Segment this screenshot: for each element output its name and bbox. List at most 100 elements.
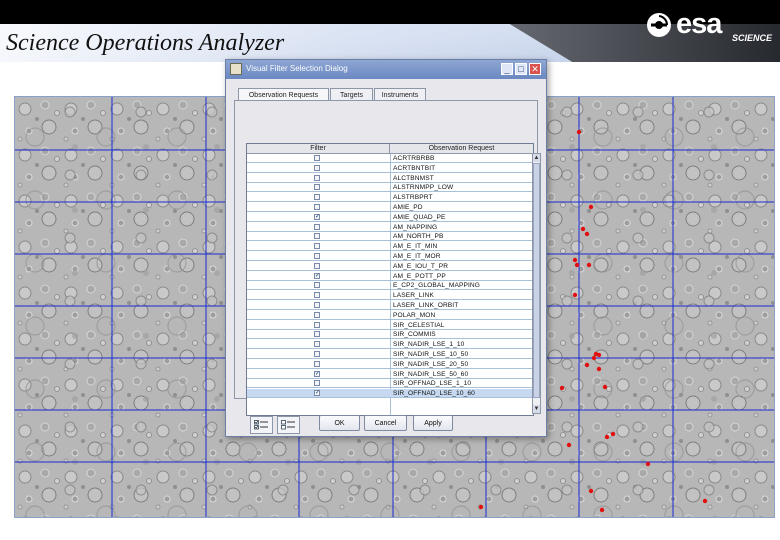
table-row[interactable]: LASER_LINK (247, 291, 533, 301)
filter-checkbox[interactable] (314, 164, 320, 171)
filter-checkbox[interactable] (314, 155, 320, 161)
app-header: Science Operations Analyzer esa SCIENCE (0, 0, 780, 62)
filter-checkbox[interactable] (314, 243, 320, 250)
ok-button[interactable]: OK (319, 415, 360, 431)
table-row[interactable]: AM_E_IT_MIN (247, 242, 533, 252)
observation-request-name: AM_E_IT_MOR (393, 253, 441, 260)
table-row[interactable]: E_CP2_GLOBAL_MAPPING (247, 281, 533, 291)
column-header-filter[interactable]: Filter (247, 144, 390, 154)
observation-marker[interactable] (591, 355, 597, 361)
observation-marker[interactable] (610, 431, 616, 437)
observation-marker[interactable] (599, 507, 605, 513)
filter-checkbox[interactable] (314, 282, 320, 289)
filter-checkbox[interactable] (314, 302, 320, 308)
minimize-button[interactable]: _ (501, 63, 513, 75)
table-row[interactable]: ✓ SIR_OFFNAD_LSE_10_60 (247, 389, 533, 399)
observation-marker[interactable] (576, 129, 582, 135)
observation-request-name: AMIE_PD (393, 204, 423, 211)
filter-checkbox[interactable]: ✓ (314, 272, 320, 279)
maximize-button[interactable]: □ (515, 63, 527, 75)
table-row[interactable]: ACRTBNTBIT (247, 164, 533, 173)
table-row[interactable]: ✓ SIR_NADIR_LSE_50_60 (247, 370, 533, 379)
observation-marker[interactable] (604, 434, 610, 440)
observation-request-table: Filter Observation Request ACRTRBRBB ACRT… (246, 143, 534, 416)
table-row[interactable]: SIR_NADIR_LSE_20_50 (247, 360, 533, 369)
filter-checkbox[interactable] (314, 253, 320, 259)
observation-marker[interactable] (596, 366, 602, 372)
observation-marker[interactable] (559, 385, 565, 391)
esa-logo-subtext: SCIENCE (732, 33, 773, 43)
filter-checkbox[interactable] (314, 292, 320, 299)
table-row[interactable]: ALSTRNMPP_LOW (247, 183, 533, 193)
filter-checkbox[interactable] (314, 223, 320, 230)
observation-marker[interactable] (566, 442, 572, 448)
table-row[interactable]: AM_NORTH_PB (247, 232, 533, 242)
table-row[interactable]: AM_NAPPING (247, 223, 533, 232)
observation-marker[interactable] (588, 488, 594, 494)
table-row[interactable]: AM_E_IT_MOR (247, 252, 533, 261)
filter-checkbox[interactable] (314, 311, 320, 318)
scroll-thumb[interactable] (533, 163, 540, 398)
table-row[interactable]: ✓ AM_E_POTT_PP (247, 272, 533, 281)
dialog-titlebar[interactable]: Visual Filter Selection Dialog _ □ ✕ (226, 60, 546, 79)
observation-request-name: AM_E_IT_MIN (393, 243, 438, 251)
filter-checkbox[interactable] (314, 321, 320, 328)
filter-checkbox[interactable] (314, 174, 320, 181)
observation-marker[interactable] (596, 352, 602, 358)
filter-checkbox[interactable] (314, 360, 320, 367)
filter-checkbox[interactable] (314, 341, 320, 348)
table-row[interactable]: SIR_NADIR_LSE_1_10 (247, 340, 533, 350)
observation-marker[interactable] (580, 226, 586, 232)
table-row[interactable]: POLAR_MON (247, 311, 533, 320)
observation-marker[interactable] (588, 204, 594, 210)
filter-checkbox[interactable] (314, 262, 320, 269)
filter-checkbox[interactable] (314, 184, 320, 191)
filter-checkbox[interactable] (314, 351, 320, 357)
observation-request-name: SIR_COMMIS (393, 331, 436, 339)
table-scrollbar[interactable]: ▲ ▼ (532, 153, 541, 414)
observation-marker[interactable] (572, 292, 578, 298)
table-row[interactable]: SIR_COMMIS (247, 330, 533, 340)
observation-marker[interactable] (602, 384, 608, 390)
filter-checkbox[interactable] (314, 194, 320, 201)
cancel-button[interactable]: Cancel (364, 415, 407, 431)
observation-request-name: ALSTRBPRT (393, 194, 433, 202)
table-row[interactable]: AMIE_PD (247, 203, 533, 212)
observation-marker[interactable] (645, 461, 651, 467)
filter-checkbox[interactable]: ✓ (314, 213, 320, 220)
observation-marker[interactable] (584, 231, 590, 237)
table-row[interactable]: SIR_OFFNAD_LSE_1_10 (247, 379, 533, 389)
filter-checkbox[interactable] (314, 233, 320, 240)
scroll-down-arrow-icon[interactable]: ▼ (533, 405, 540, 413)
apply-button[interactable]: Apply (413, 415, 453, 431)
filter-checkbox[interactable] (314, 380, 320, 387)
filter-checkbox[interactable] (314, 331, 320, 338)
select-all-button[interactable] (250, 416, 273, 434)
observation-request-name: ALSTRNMPP_LOW (393, 184, 454, 192)
observation-marker[interactable] (574, 262, 580, 268)
table-row[interactable]: ✓ AMIE_QUAD_PE (247, 213, 533, 222)
tab-panel: Filter Observation Request ACRTRBRBB ACRT… (234, 100, 541, 434)
filter-checkbox[interactable] (314, 204, 320, 210)
table-row[interactable]: LASER_LINK_ORBIT (247, 301, 533, 310)
table-row[interactable]: ALCTBNMST (247, 174, 533, 183)
observation-marker[interactable] (584, 362, 590, 368)
table-row[interactable]: ACRTRBRBB (247, 154, 533, 163)
observation-marker[interactable] (572, 257, 578, 263)
table-row[interactable]: AM_E_IOU_T_PR (247, 262, 533, 271)
scroll-up-arrow-icon[interactable]: ▲ (533, 154, 540, 162)
observation-marker[interactable] (702, 498, 708, 504)
table-row[interactable]: SIR_NADIR_LSE_10_50 (247, 350, 533, 359)
observation-request-name: LASER_LINK (393, 292, 434, 300)
column-header-observation-request[interactable]: Observation Request (390, 144, 533, 154)
table-row[interactable]: ALSTRBPRT (247, 193, 533, 203)
close-button[interactable]: ✕ (529, 63, 541, 75)
observation-request-name: LASER_LINK_ORBIT (393, 302, 459, 309)
filter-checkbox[interactable]: ✓ (314, 390, 320, 397)
deselect-all-button[interactable] (277, 416, 300, 434)
observation-marker[interactable] (586, 262, 592, 268)
table-row[interactable]: SIR_CELESTIAL (247, 321, 533, 330)
observation-request-name: SIR_CELESTIAL (393, 321, 445, 329)
observation-marker[interactable] (478, 504, 484, 510)
filter-checkbox[interactable]: ✓ (314, 370, 320, 377)
